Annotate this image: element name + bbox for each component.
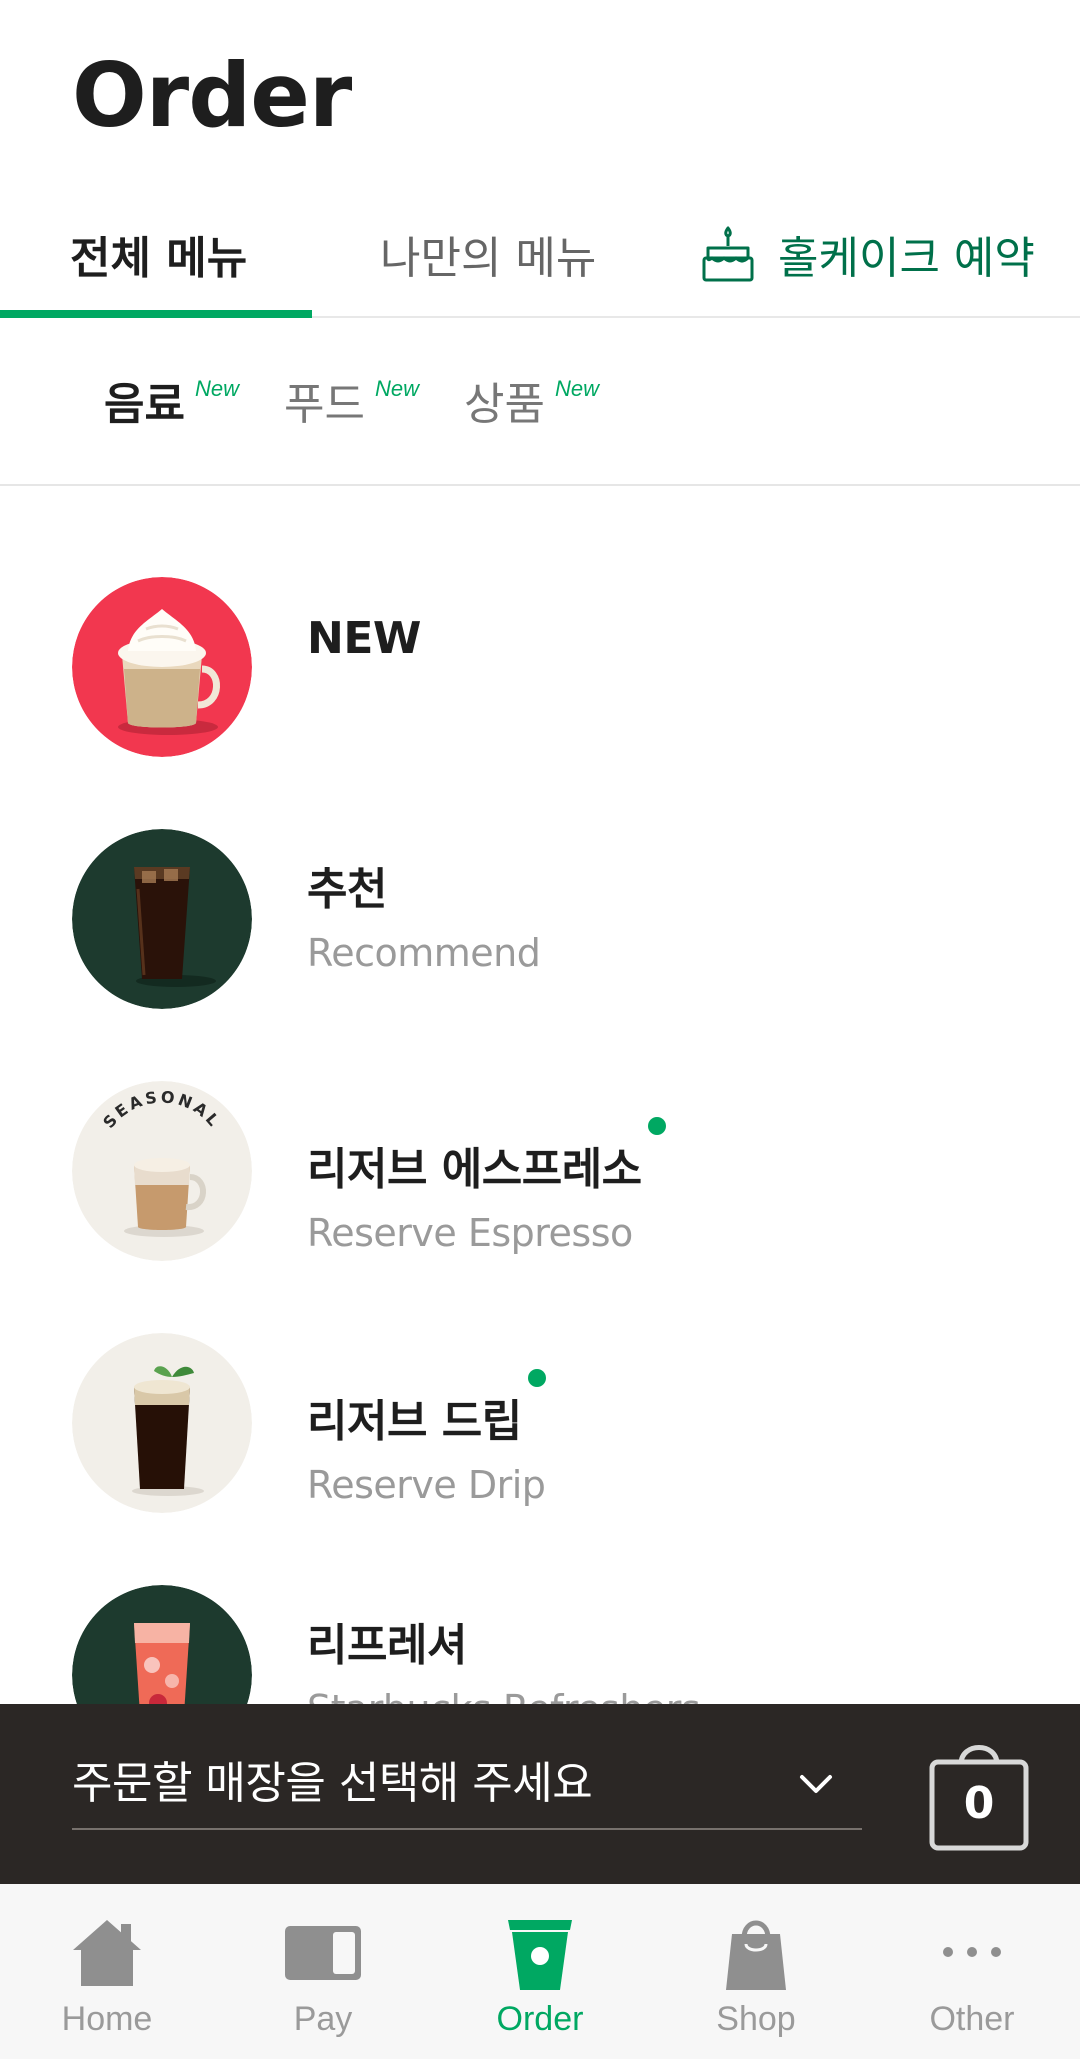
bottom-navigation: Home Pay Order Shop Other [0, 1884, 1080, 2059]
active-tab-indicator [0, 310, 312, 318]
store-selection-bar: 주문할 매장을 선택해 주세요 0 [0, 1704, 1080, 1884]
cake-icon [702, 226, 754, 282]
new-indicator-dot [527, 1369, 546, 1387]
menu-item-title: 리프레셔 [307, 1620, 467, 1671]
chevron-down-icon [800, 1775, 832, 1793]
menu-item-subtitle: Reserve Espresso [307, 1211, 633, 1255]
seasonal-latte-image: SEASONAL [72, 1081, 252, 1261]
category-tab-label: 음료 [104, 379, 185, 430]
tab-my-menu[interactable]: 나만의 메뉴 [380, 214, 596, 294]
cart-button[interactable]: 0 [928, 1738, 1030, 1852]
menu-item-reserve-espresso[interactable]: SEASONAL 리저브 에스프레소 Reserve Espresso [0, 1081, 1080, 1311]
menu-item-new[interactable]: NEW [0, 577, 1080, 807]
nav-other[interactable]: Other [887, 1912, 1057, 2052]
new-indicator-dot [647, 1117, 666, 1135]
category-tab-food[interactable]: 푸드 New [284, 368, 419, 432]
menu-item-text: NEW [307, 613, 421, 664]
category-tab-beverage[interactable]: 음료 New [104, 368, 239, 432]
strawberry-refresher-image [72, 1585, 252, 1704]
menu-item-recommend[interactable]: 추천 Recommend [0, 829, 1080, 1059]
more-dots-icon [943, 1947, 1001, 1957]
menu-item-thumbnail: SEASONAL [72, 1081, 252, 1261]
nav-order[interactable]: Order [455, 1912, 625, 2052]
nav-shop[interactable]: Shop [671, 1912, 841, 2052]
new-badge: New [194, 376, 239, 401]
nav-label: Shop [716, 2000, 796, 2038]
tab-whole-cake-label: 홀케이크 예약 [778, 233, 1035, 284]
menu-category-list: NEW 추천 Recommend SEASONAL 리저브 에스프레소 Rese… [0, 488, 1080, 1704]
shopping-bag-icon [726, 1920, 786, 1990]
category-tab-bar: 음료 New 푸드 New 상품 New [0, 320, 1080, 486]
new-badge: New [374, 376, 419, 401]
menu-item-text: 리프레셔 Starbucks Refreshers [307, 1609, 701, 1704]
menu-item-subtitle: Recommend [307, 931, 541, 975]
home-icon [73, 1920, 141, 1986]
menu-item-title: 리저브 드립 [307, 1369, 546, 1449]
menu-item-reserve-drip[interactable]: 리저브 드립 Reserve Drip [0, 1333, 1080, 1563]
tab-my-menu-label: 나만의 메뉴 [380, 233, 597, 284]
menu-item-thumbnail [72, 1333, 252, 1513]
store-select-placeholder: 주문할 매장을 선택해 주세요 [72, 1758, 593, 1809]
pay-card-icon [285, 1926, 361, 1980]
new-badge: New [554, 376, 599, 401]
category-tab-label: 푸드 [284, 379, 365, 430]
cart-count: 0 [963, 1778, 995, 1829]
menu-item-thumbnail [72, 577, 252, 757]
menu-item-text: 리저브 드립 Reserve Drip [307, 1369, 546, 1507]
menu-item-title: 추천 [307, 864, 387, 915]
top-tab-bar: 전체 메뉴 나만의 메뉴 홀케이크 예약 [0, 200, 1080, 318]
menu-item-text: 리저브 에스프레소 Reserve Espresso [307, 1117, 666, 1255]
latte-whipped-cream-image [72, 577, 252, 757]
nav-label: Pay [293, 2000, 353, 2038]
menu-item-thumbnail [72, 1585, 252, 1704]
tab-all-menu[interactable]: 전체 메뉴 [70, 214, 247, 294]
nav-label: Other [929, 2000, 1015, 2038]
nav-pay[interactable]: Pay [238, 1912, 408, 2052]
menu-item-title: NEW [307, 613, 421, 664]
menu-item-text: 추천 Recommend [307, 853, 541, 975]
iced-americano-image [72, 829, 252, 1009]
menu-item-title-text: 리저브 드립 [307, 1396, 522, 1447]
nav-label: Home [61, 2000, 153, 2038]
tab-whole-cake-reservation[interactable]: 홀케이크 예약 [700, 214, 1035, 294]
page-header: Order [0, 0, 1080, 180]
category-tab-merchandise[interactable]: 상품 New [464, 368, 599, 432]
store-select-dropdown[interactable]: 주문할 매장을 선택해 주세요 [72, 1744, 862, 1830]
order-cup-icon [508, 1920, 572, 1990]
tab-all-menu-label: 전체 메뉴 [70, 233, 248, 284]
menu-item-title: 리저브 에스프레소 [307, 1117, 666, 1197]
page-title: Order [72, 44, 352, 147]
menu-item-refreshers[interactable]: 리프레셔 Starbucks Refreshers [0, 1585, 1080, 1704]
menu-item-subtitle: Starbucks Refreshers [307, 1687, 701, 1704]
menu-item-subtitle: Reserve Drip [307, 1463, 546, 1507]
iced-drip-coffee-image [72, 1333, 252, 1513]
nav-label: Order [496, 2000, 584, 2038]
menu-item-thumbnail [72, 829, 252, 1009]
menu-item-title-text: 리저브 에스프레소 [307, 1144, 642, 1195]
nav-home[interactable]: Home [22, 1912, 192, 2052]
category-tab-label: 상품 [464, 379, 545, 430]
